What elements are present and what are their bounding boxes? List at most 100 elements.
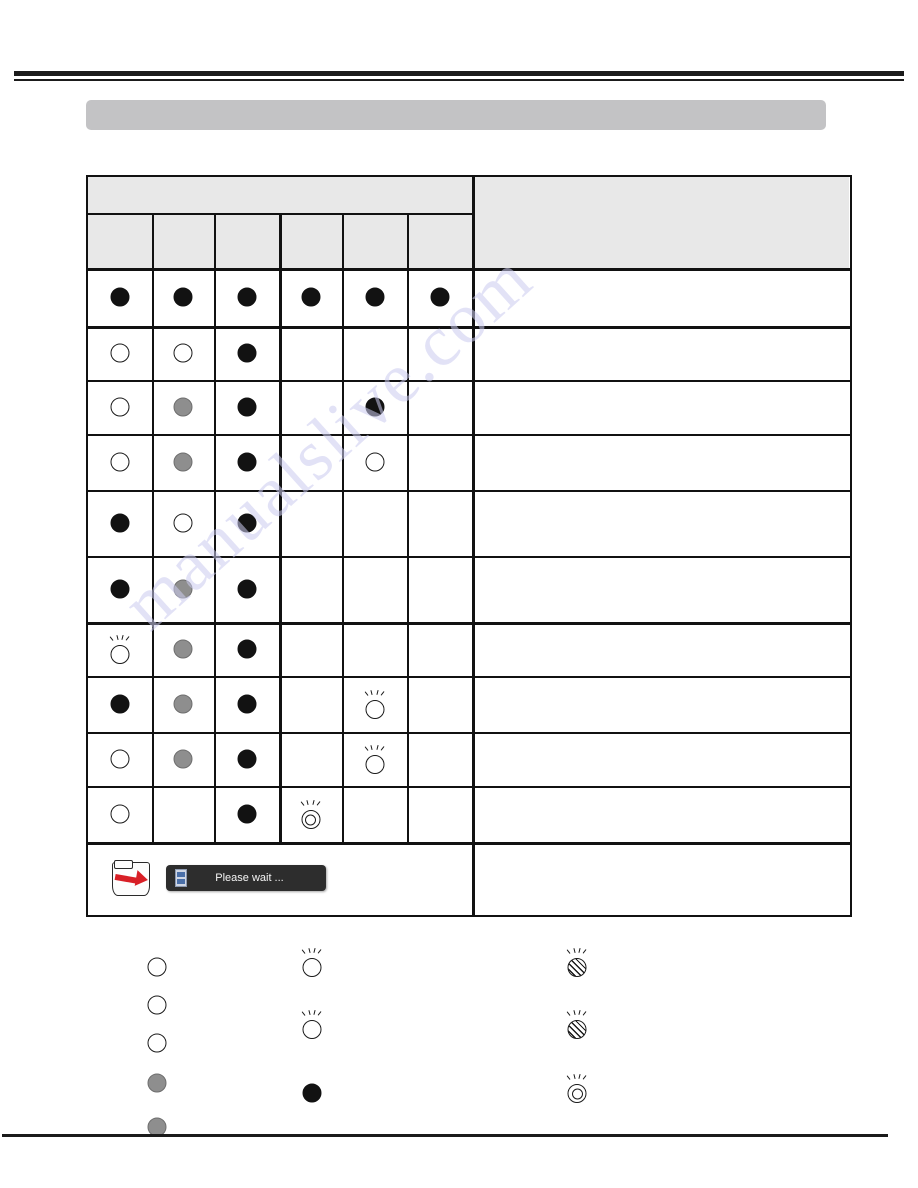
table-column-rule-4 — [342, 213, 344, 842]
legend-item-c1-4 — [146, 1072, 180, 1094]
indicator-off-r10c1 — [109, 803, 131, 825]
legend-glyph-dim-c1-4 — [146, 1072, 168, 1094]
table-column-header-1 — [88, 213, 152, 268]
indicator-dim-r3c2 — [172, 396, 194, 418]
indicator-cell-r4c3 — [214, 434, 279, 490]
table-column-rule-3 — [279, 213, 282, 842]
legend-item-c1-2 — [146, 994, 180, 1016]
table-column-header-6 — [407, 213, 472, 268]
indicator-disc — [147, 957, 167, 977]
legend-item-c2-2 — [301, 1009, 335, 1039]
indicator-cell-r1c3 — [214, 268, 279, 326]
indicator-cell-r3c2 — [152, 380, 214, 434]
indicator-legend — [86, 940, 876, 1137]
indicator-disc — [110, 749, 130, 769]
indicator-disc — [110, 804, 130, 824]
indicator-on-r4c3 — [236, 451, 258, 473]
indicator-disc — [173, 694, 193, 714]
indicator-off-r4c1 — [109, 451, 131, 473]
table-grid: Please wait ... — [88, 177, 850, 915]
indicator-cell-r1c2 — [152, 268, 214, 326]
header-rule-thin — [14, 79, 904, 81]
indicator-cell-r8c5 — [342, 676, 407, 732]
please-wait-illustration-cell: Please wait ... — [88, 842, 472, 914]
indicator-cell-r3c3 — [214, 380, 279, 434]
indicator-disc — [567, 1084, 587, 1103]
indicator-on-r10c3 — [236, 803, 258, 825]
footer-rule — [2, 1134, 888, 1137]
legend-glyph-blink-hatch-c3-2 — [566, 1009, 588, 1039]
legend-item-c1-3 — [146, 1032, 180, 1054]
indicator-disc — [301, 810, 320, 829]
indicator-disc — [110, 513, 130, 533]
indicator-disc — [110, 452, 130, 472]
table-group-header-right — [472, 177, 849, 268]
indicator-disc — [110, 645, 130, 664]
indicator-dim-r9c2 — [172, 748, 194, 770]
indicator-on-r6c3 — [236, 578, 258, 600]
indicator-on-r5c1 — [109, 512, 131, 534]
indicator-blink-off-r7c1 — [109, 634, 131, 664]
blink-rays-icon — [299, 799, 323, 809]
table-column-rule-5 — [407, 213, 409, 842]
indicator-on-r8c1 — [109, 693, 131, 715]
table-column-header-5 — [342, 213, 407, 268]
legend-item-c3-3 — [566, 1073, 600, 1103]
indicator-disc — [237, 287, 256, 307]
table-row-description-9 — [472, 732, 849, 786]
table-column-header-3 — [214, 213, 279, 268]
indicator-on-r1c3 — [236, 286, 258, 308]
blink-rays-icon — [300, 947, 324, 957]
indicator-cell-r9c1 — [88, 732, 152, 786]
indicator-disc — [365, 452, 384, 472]
indicator-off-r5c2 — [172, 512, 194, 534]
indicator-cell-r3c5 — [342, 380, 407, 434]
blink-rays-icon — [565, 947, 589, 957]
indicator-disc — [301, 287, 320, 307]
indicator-disc — [173, 749, 193, 769]
indicator-cell-r7c2 — [152, 622, 214, 676]
indicator-off-r2c2 — [172, 342, 194, 364]
indicator-on-r1c5 — [364, 286, 386, 308]
indicator-disc — [365, 755, 384, 774]
indicator-dim-r6c2 — [172, 578, 194, 600]
indicator-cell-r5c3 — [214, 490, 279, 556]
indicator-on-r2c3 — [236, 342, 258, 364]
blink-rays-icon — [363, 689, 387, 699]
indicator-on-r8c3 — [236, 693, 258, 715]
legend-item-c3-2 — [566, 1009, 600, 1039]
indicator-disc — [173, 579, 193, 599]
indicator-on-r7c3 — [236, 638, 258, 660]
indicator-disc — [237, 749, 256, 769]
indicator-disc — [147, 995, 167, 1015]
indicator-disc — [302, 958, 322, 977]
table-column-rule-2 — [214, 213, 216, 842]
indicator-disc — [237, 694, 256, 714]
indicator-cell-r4c5 — [342, 434, 407, 490]
indicator-cell-r5c1 — [88, 490, 152, 556]
indicator-cell-r6c1 — [88, 556, 152, 622]
indicator-disc — [365, 700, 384, 719]
indicator-cell-r1c4 — [279, 268, 342, 326]
blink-rays-icon — [300, 1009, 324, 1019]
indicator-cell-r6c3 — [214, 556, 279, 622]
indicator-blink-ring-r10c4 — [300, 799, 322, 829]
indicator-on-r3c3 — [236, 396, 258, 418]
indicator-disc — [110, 579, 130, 599]
indicator-dim-r4c2 — [172, 451, 194, 473]
indicator-disc — [302, 1020, 322, 1039]
projector-lamp-icon — [110, 859, 152, 897]
legend-item-c3-1 — [566, 947, 600, 977]
indicator-disc — [237, 452, 256, 472]
table-column-rule-1 — [152, 213, 154, 842]
indicator-on-r9c3 — [236, 748, 258, 770]
indicator-cell-r1c1 — [88, 268, 152, 326]
table-row-description-10 — [472, 786, 849, 842]
blink-rays-icon — [108, 634, 132, 644]
indicator-disc — [237, 397, 256, 417]
header-rule-thick — [14, 71, 904, 76]
indicator-disc — [173, 287, 193, 307]
indicator-disc — [173, 513, 193, 533]
table-row-description-4 — [472, 434, 849, 490]
indicator-disc — [173, 397, 193, 417]
